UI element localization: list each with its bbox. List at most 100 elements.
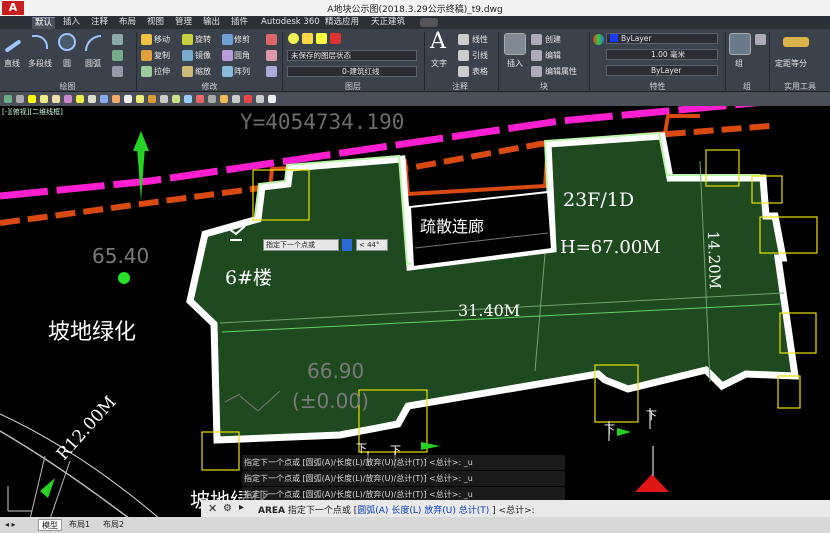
toolbar-icon[interactable] <box>88 95 96 103</box>
ribbon-toggle-button[interactable] <box>420 18 438 27</box>
color-dropdown[interactable]: ByLayer <box>606 33 718 44</box>
nav-arrows-icon[interactable]: ◂ ▸ <box>2 519 19 531</box>
toolbar-icon[interactable] <box>220 95 228 103</box>
erase-icon[interactable] <box>266 34 277 45</box>
bulb-icon[interactable] <box>288 33 299 44</box>
trim-button[interactable]: 修剪 <box>234 34 250 45</box>
edit-block-button[interactable]: 编辑 <box>545 50 561 61</box>
linear-dim-button[interactable]: 线性 <box>472 34 488 45</box>
measure-button[interactable]: 定距等分 <box>775 58 807 69</box>
lock-icon[interactable] <box>316 33 327 44</box>
move-button[interactable]: 移动 <box>154 34 170 45</box>
option-undo[interactable]: 放弃(U) <box>424 506 456 516</box>
lineweight-dropdown[interactable]: 1.00 毫米 <box>606 49 718 60</box>
properties-panel-label[interactable]: 特性 <box>590 81 725 91</box>
tab-layout1[interactable]: 布局1 <box>66 519 93 531</box>
command-input[interactable]: AREA 指定下一个点或 [圆弧(A) 长度(L) 放弃(U) 总计(T) ] … <box>258 503 535 516</box>
toolbar-icon[interactable] <box>52 95 60 103</box>
line-button[interactable]: 直线 <box>4 58 20 69</box>
group-button[interactable]: 组 <box>735 58 743 69</box>
toolbar-icon[interactable] <box>64 95 72 103</box>
fillet-button[interactable]: 圆角 <box>234 50 250 61</box>
measure-icon[interactable] <box>783 37 809 47</box>
rotate-button[interactable]: 旋转 <box>195 34 211 45</box>
close-icon[interactable]: ✕ <box>208 502 217 515</box>
option-length[interactable]: 长度(L) <box>391 506 421 516</box>
leader-button[interactable]: 引线 <box>472 50 488 61</box>
toolbar-icon[interactable] <box>160 95 168 103</box>
toolbar-icon[interactable] <box>184 95 192 103</box>
toolbar-icon[interactable] <box>112 95 120 103</box>
command-line[interactable]: ✕ ⚙ ▸ AREA 指定下一个点或 [圆弧(A) 长度(L) 放弃(U) 总计… <box>201 500 830 517</box>
offset-icon[interactable] <box>266 66 277 77</box>
draw-panel-label[interactable]: 绘图 <box>0 81 135 91</box>
toolbar-icon[interactable] <box>136 95 144 103</box>
tab-layout[interactable]: 布局 <box>116 17 139 29</box>
toolbar-icon[interactable] <box>40 95 48 103</box>
toolbar-icon[interactable] <box>208 95 216 103</box>
layer-color-icon[interactable] <box>330 33 341 44</box>
option-arc[interactable]: 圆弧(A) <box>357 506 388 516</box>
copy-button[interactable]: 复制 <box>154 50 170 61</box>
tab-manage[interactable]: 管理 <box>172 17 195 29</box>
tab-model[interactable]: 模型 <box>38 519 62 531</box>
table-button[interactable]: 表格 <box>472 66 488 77</box>
dynamic-input-arrow-icon[interactable] <box>342 239 352 251</box>
tab-view[interactable]: 视图 <box>144 17 167 29</box>
tab-featured-apps[interactable]: 精选应用 <box>322 17 362 29</box>
scale-button[interactable]: 缩放 <box>195 66 211 77</box>
mirror-button[interactable]: 镜像 <box>195 50 211 61</box>
tab-output[interactable]: 输出 <box>200 17 223 29</box>
annotation-panel-label[interactable]: 注释 <box>425 81 495 91</box>
ellipse-icon[interactable] <box>112 66 123 77</box>
toolbar-icon[interactable] <box>172 95 180 103</box>
toolbar-icon[interactable] <box>124 95 132 103</box>
utilities-panel-label[interactable]: 实用工具 <box>770 81 830 91</box>
toolbar-icon[interactable] <box>4 95 12 103</box>
sun-icon[interactable] <box>302 33 313 44</box>
hatch-icon[interactable] <box>112 50 123 61</box>
arc-icon[interactable] <box>85 35 101 51</box>
tab-plugins[interactable]: 插件 <box>228 17 251 29</box>
customize-wrench-icon[interactable]: ⚙ <box>223 503 232 514</box>
block-panel-label[interactable]: 块 <box>499 81 589 91</box>
toolbar-icon[interactable] <box>100 95 108 103</box>
toolbar-icon[interactable] <box>28 95 36 103</box>
tab-annotate[interactable]: 注释 <box>88 17 111 29</box>
text-icon[interactable]: A <box>430 29 446 54</box>
tab-insert[interactable]: 插入 <box>60 17 83 29</box>
circle-icon[interactable] <box>58 33 76 51</box>
match-properties-icon[interactable] <box>593 34 604 45</box>
layer-dropdown[interactable]: 0-建筑红线 <box>287 66 417 77</box>
toolbar-icon[interactable] <box>244 95 252 103</box>
grip-box[interactable] <box>777 375 801 409</box>
line-icon[interactable] <box>4 39 22 53</box>
toolbar-icon[interactable] <box>148 95 156 103</box>
layers-panel-label[interactable]: 图层 <box>283 81 423 91</box>
rectangle-icon[interactable] <box>112 34 123 45</box>
polyline-icon[interactable] <box>32 35 48 49</box>
tab-default[interactable]: 默认 <box>32 17 56 29</box>
insert-block-button[interactable]: 插入 <box>507 58 523 69</box>
circle-button[interactable]: 圆 <box>63 58 71 69</box>
edit-attributes-button[interactable]: 编辑属性 <box>545 66 577 77</box>
modify-panel-label[interactable]: 修改 <box>137 81 282 91</box>
toolbar-icon[interactable] <box>268 95 276 103</box>
toolbar-icon[interactable] <box>16 95 24 103</box>
arc-button[interactable]: 圆弧 <box>85 58 101 69</box>
viewport-controls[interactable]: [-][俯视][二维线框] <box>2 107 63 117</box>
text-button[interactable]: 文字 <box>431 58 447 69</box>
stretch-button[interactable]: 拉伸 <box>154 66 170 77</box>
tab-tangent[interactable]: 天正建筑 <box>368 17 408 29</box>
toolbar-icon[interactable] <box>196 95 204 103</box>
tab-layout2[interactable]: 布局2 <box>100 519 127 531</box>
insert-block-icon[interactable] <box>504 33 526 55</box>
tab-autodesk360[interactable]: Autodesk 360 <box>258 17 323 29</box>
angle-input[interactable]: < 44° <box>356 239 388 251</box>
ungroup-icon[interactable] <box>755 34 766 45</box>
linetype-dropdown[interactable]: ByLayer <box>606 65 718 76</box>
layer-state-dropdown[interactable]: 未保存的图层状态 <box>287 50 417 61</box>
create-block-button[interactable]: 创建 <box>545 34 561 45</box>
option-total[interactable]: 总计(T) <box>459 506 490 516</box>
toolbar-icon[interactable] <box>256 95 264 103</box>
